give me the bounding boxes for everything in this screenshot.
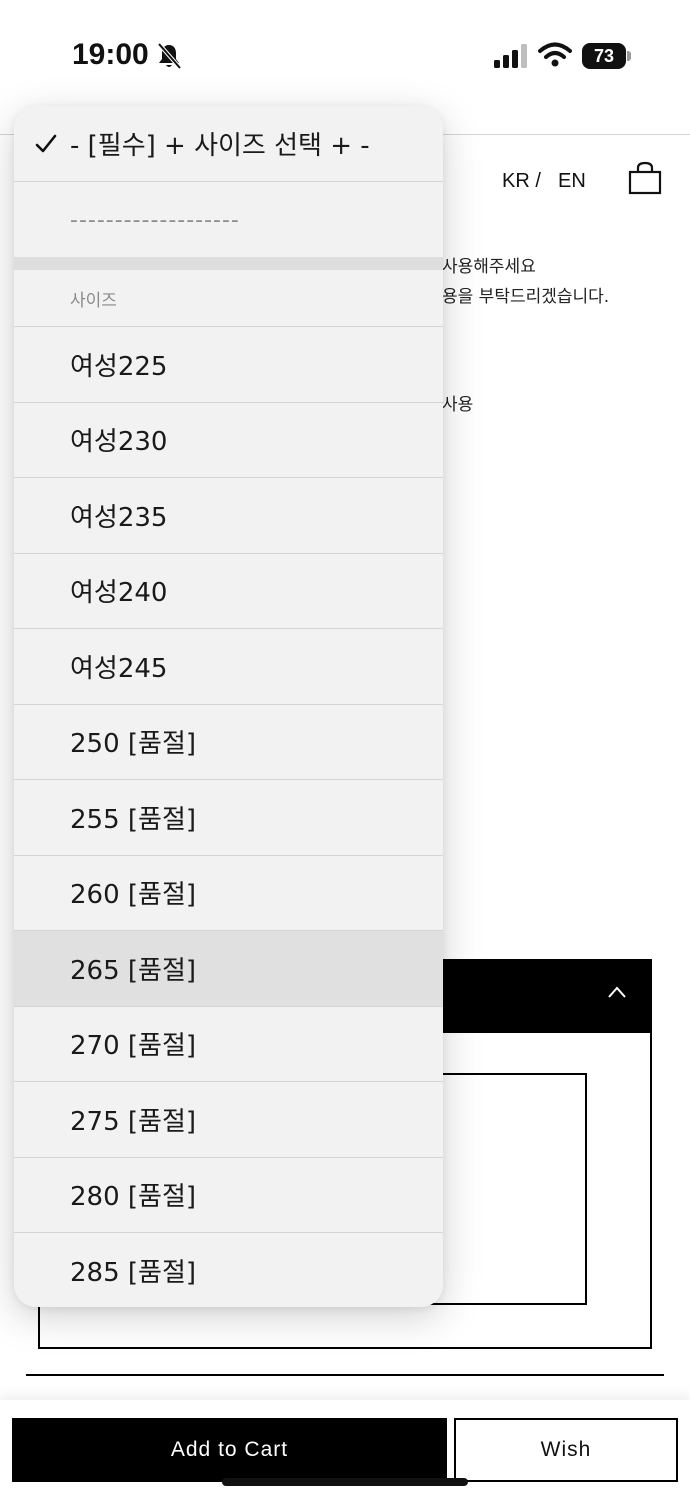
dropdown-option[interactable]: 여성225 xyxy=(14,327,443,403)
status-time: 19:00 xyxy=(72,38,149,71)
shopping-bag-icon[interactable] xyxy=(627,160,663,196)
dropdown-option[interactable]: 285 [품절] xyxy=(14,1233,443,1307)
notice-text-line: 사용 xyxy=(442,395,474,415)
dropdown-option[interactable]: 여성245 xyxy=(14,629,443,705)
dropdown-option-separator[interactable]: ------------------- xyxy=(14,182,443,258)
dropdown-option-label: - [필수] + 사이즈 선택 + - xyxy=(70,131,370,161)
dropdown-option[interactable]: 250 [품절] xyxy=(14,705,443,780)
dropdown-option[interactable]: 260 [품절] xyxy=(14,856,443,931)
notice-text-line: 사용해주세요 xyxy=(442,257,536,277)
dropdown-group-divider xyxy=(14,257,443,270)
battery-indicator: 73 xyxy=(582,43,626,69)
dropdown-option[interactable]: 여성230 xyxy=(14,403,443,478)
dropdown-option-label: ------------------- xyxy=(70,207,240,233)
dropdown-option-label: 255 [품절] xyxy=(70,804,197,835)
chevron-up-icon[interactable] xyxy=(606,984,628,1000)
dropdown-option[interactable]: 255 [품절] xyxy=(14,780,443,856)
lang-en-link[interactable]: EN xyxy=(558,170,586,193)
notice-text-line: 용을 부탁드리겠습니다. xyxy=(442,287,610,307)
dropdown-option-label: 260 [품절] xyxy=(70,880,197,911)
dropdown-option-label: 여성230 xyxy=(70,427,168,458)
add-to-cart-button[interactable]: Add to Cart xyxy=(12,1418,447,1482)
dropdown-option[interactable]: 280 [품절] xyxy=(14,1158,443,1233)
size-select-dropdown: - [필수] + 사이즈 선택 + - ------------------- … xyxy=(14,106,443,1307)
wifi-icon xyxy=(538,42,572,67)
dropdown-option-selected[interactable]: - [필수] + 사이즈 선택 + - xyxy=(14,106,443,182)
dropdown-option-label: 285 [품절] xyxy=(70,1258,197,1289)
dropdown-option-label: 여성245 xyxy=(70,653,168,684)
dropdown-group-header: 사이즈 xyxy=(14,270,443,327)
dropdown-option[interactable]: 여성240 xyxy=(14,554,443,629)
dropdown-option-label: 265 [품절] xyxy=(70,955,197,986)
dropdown-option-label: 여성235 xyxy=(70,502,168,533)
dropdown-option-label: 여성225 xyxy=(70,351,168,382)
section-divider xyxy=(26,1374,664,1376)
dropdown-option-highlighted[interactable]: 265 [품절] xyxy=(14,931,443,1007)
dropdown-option-label: 270 [품절] xyxy=(70,1031,197,1062)
battery-tip xyxy=(627,51,631,61)
dropdown-group-label: 사이즈 xyxy=(70,290,117,311)
checkmark-icon xyxy=(35,134,57,152)
signal-icon xyxy=(494,44,527,68)
dropdown-option[interactable]: 275 [품절] xyxy=(14,1082,443,1158)
home-indicator xyxy=(222,1478,468,1486)
dropdown-option-label: 여성240 xyxy=(70,578,168,609)
dropdown-option-label: 250 [품절] xyxy=(70,729,197,760)
dropdown-option[interactable]: 여성235 xyxy=(14,478,443,554)
dropdown-option-label: 280 [품절] xyxy=(70,1182,197,1213)
dropdown-option[interactable]: 270 [품절] xyxy=(14,1007,443,1082)
bell-slash-icon xyxy=(157,42,182,70)
wish-button[interactable]: Wish xyxy=(454,1418,678,1482)
status-bar: 19:00 73 xyxy=(0,0,690,110)
lang-kr-link[interactable]: KR / xyxy=(502,170,541,193)
dropdown-option-label: 275 [품절] xyxy=(70,1106,197,1137)
